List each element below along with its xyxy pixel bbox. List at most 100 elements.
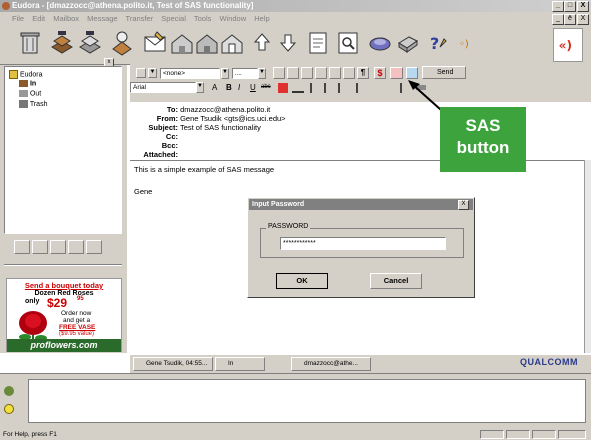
tree-item-in[interactable]: In [19,80,36,87]
priority-icon[interactable] [136,68,146,78]
priority-select[interactable]: <none> [160,68,220,79]
password-input[interactable]: ************ [280,237,446,250]
signature-chevron-icon[interactable]: ▼ [258,68,266,79]
word-wrap-icon[interactable] [301,67,313,79]
signatures-tab-icon[interactable] [86,240,102,254]
return-receipt-icon[interactable] [343,67,355,79]
text-color-icon[interactable] [278,83,288,93]
maximize-button[interactable]: □ [564,1,576,12]
qualcomm-sound-button[interactable]: «) [553,28,583,62]
trash-toolbar-button[interactable] [18,29,42,57]
strikethrough-button[interactable]: abc [261,84,271,90]
keep-copy-icon[interactable] [329,67,341,79]
menu-file[interactable]: File [12,14,24,23]
doc-restore-button[interactable]: ē [564,14,576,25]
sponsor-ad[interactable]: Send a bouquet today Dozen Red Roses onl… [6,278,122,352]
address-book-button[interactable] [368,29,392,57]
quoted-printable-icon[interactable] [273,67,285,79]
text-as-attachment-icon[interactable] [287,67,299,79]
menu-special[interactable]: Special [161,14,186,23]
stationery-tab-icon[interactable] [68,240,84,254]
ok-button[interactable]: OK [276,273,328,289]
from-field[interactable]: From: Gene Tsudik <gts@ics.uci.edu> [130,114,330,123]
menu-mailbox[interactable]: Mailbox [53,14,79,23]
align-right-icon[interactable] [338,83,348,93]
open-in-mailbox-button[interactable] [50,29,74,57]
align-center-icon[interactable] [324,83,334,93]
doc-minimize-button[interactable]: _ [552,14,564,25]
doc-close-button[interactable]: X [577,14,589,25]
menu-tools[interactable]: Tools [194,14,212,23]
subject-field[interactable]: Subject: Test of SAS functionality [130,123,330,132]
new-message-button[interactable] [143,29,167,57]
to-field[interactable]: To: dmazzocc@athena.polito.it [130,105,330,114]
align-left-icon[interactable] [310,83,320,93]
find-button[interactable] [336,29,360,57]
out-mailbox-icon [79,31,101,54]
chevron-down-icon[interactable]: ▼ [221,68,229,79]
format-toolbar: ▼ <none> ▼ .... ▼ ¶ $ Send Arial ▼ A B I… [130,64,591,102]
warning-icon[interactable] [4,404,14,414]
paragraph-icon[interactable]: ¶ [357,67,369,79]
close-button[interactable]: X [577,1,589,12]
window-title: Eudora - [dmazzocc@athena.polito.it, Tes… [12,1,254,10]
pane-divider [4,264,122,266]
bcc-field[interactable]: Bcc: [130,141,330,150]
menu-help[interactable]: Help [254,14,269,23]
menu-window[interactable]: Window [219,14,246,23]
filters-tab-icon[interactable] [32,240,48,254]
body-scrollbar[interactable] [584,160,591,353]
ad-headline[interactable]: Send a bouquet today [7,281,121,290]
text-margin-icon[interactable] [292,83,304,93]
print-button[interactable] [396,29,420,57]
tabs-in-body-icon[interactable] [315,67,327,79]
indent-icon[interactable] [356,83,366,93]
underline-button[interactable]: U [250,83,256,92]
qualcomm-logo: QUALCOMM [520,357,578,367]
reply-button[interactable] [170,29,194,57]
reply-all-button[interactable] [195,29,219,57]
cancel-button[interactable]: Cancel [370,273,422,289]
tasks-icon[interactable] [4,386,14,396]
dialog-close-button[interactable]: X [458,200,469,210]
previous-message-button[interactable] [250,29,274,57]
ad-brand: proflowers.com [7,339,121,352]
signature-select[interactable]: .... [232,68,258,79]
tree-item-out[interactable]: Out [19,90,41,97]
font-select[interactable]: Arial [130,82,196,93]
personalities-tab-icon[interactable] [50,240,66,254]
menu-edit[interactable]: Edit [32,14,45,23]
priority-dropdown-icon[interactable]: ▼ [148,68,157,78]
check-mail-button[interactable] [110,29,134,57]
attach-file-button[interactable] [306,29,330,57]
forward-button[interactable] [220,29,244,57]
help-button[interactable]: ? [424,29,448,57]
bold-button[interactable]: B [226,83,232,92]
cc-field[interactable]: Cc: [130,132,330,141]
next-message-button[interactable] [276,29,300,57]
tree-item-trash[interactable]: Trash [19,100,47,108]
menu-message[interactable]: Message [87,14,117,23]
mailboxes-tab-icon[interactable] [14,240,30,254]
sound-toolbar-button[interactable]: ◦) [455,29,479,57]
eudora-app-icon [2,2,10,10]
printer-icon [398,36,418,53]
menu-transfer[interactable]: Transfer [126,14,154,23]
magnifier-icon [338,32,358,54]
task-gene-tsudik[interactable]: Gene Tsudik, 04:55... [133,357,213,371]
sas-button[interactable] [390,67,403,79]
italic-button[interactable]: I [238,83,240,92]
sas-icon[interactable]: $ [374,67,386,79]
task-compose[interactable]: dmazzocc@athe... [291,357,371,371]
tree-root[interactable]: Eudora [9,70,43,79]
font-size-button[interactable]: A [212,83,217,92]
attached-field[interactable]: Attached: [130,150,330,159]
svg-text:?: ? [430,34,439,53]
task-in[interactable]: In [215,357,265,371]
minimize-button[interactable]: _ [552,1,564,12]
menu-bar: File Edit Mailbox Message Transfer Speci… [0,12,591,25]
open-out-mailbox-button[interactable] [78,29,102,57]
svg-text:◦): ◦) [459,39,469,50]
font-chevron-icon[interactable]: ▼ [196,82,204,93]
attach-document-icon [309,32,327,54]
